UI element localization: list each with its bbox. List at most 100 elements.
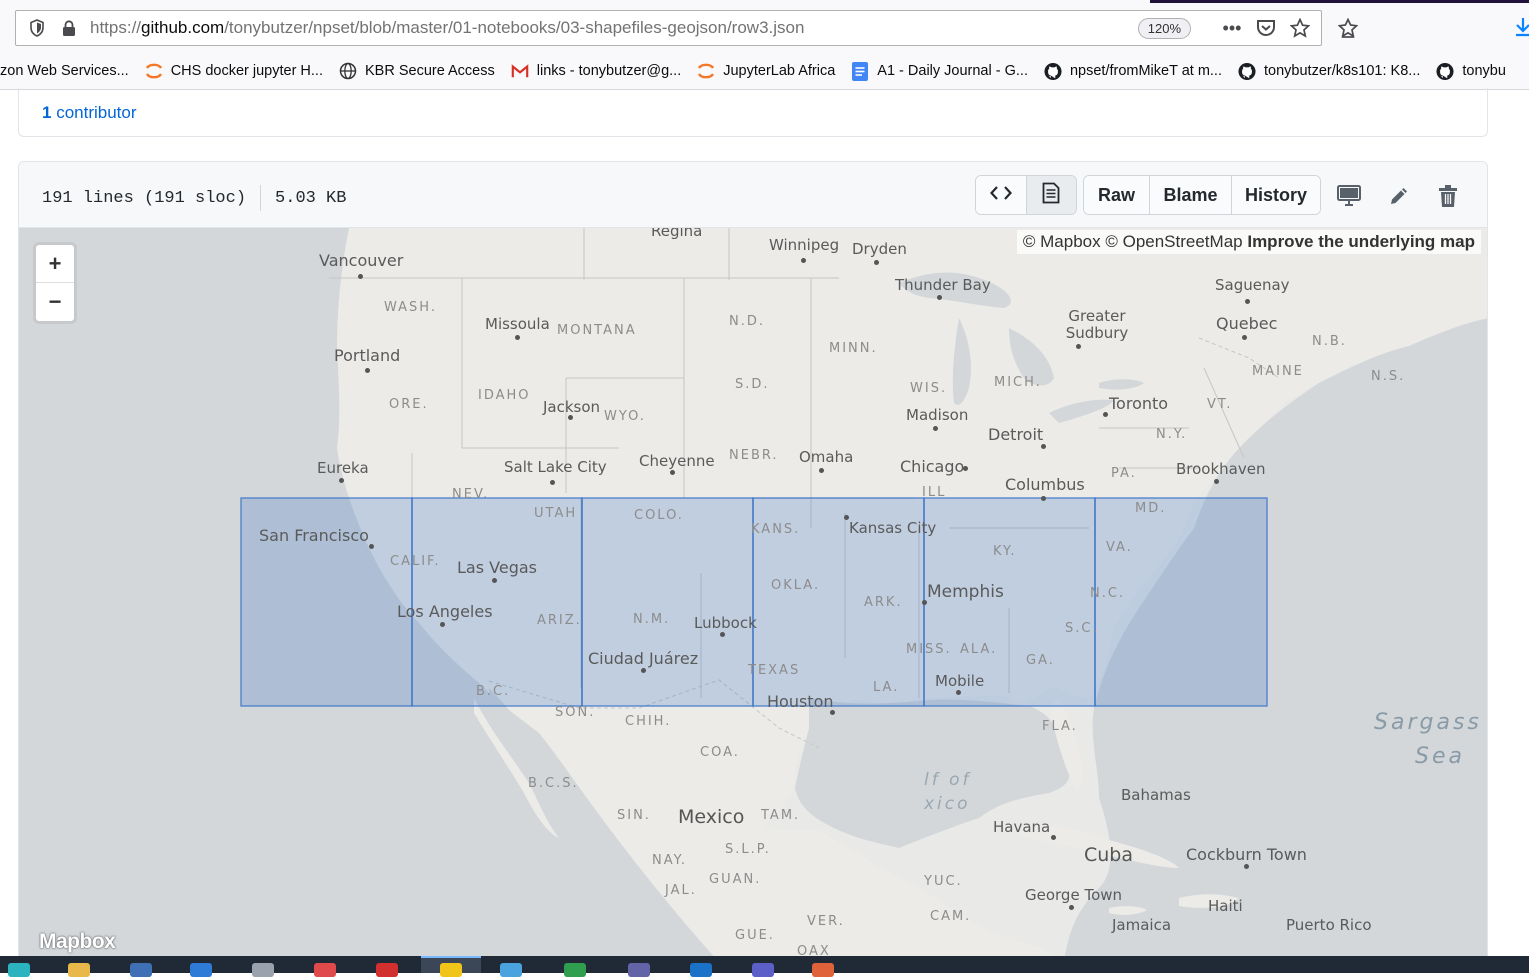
- map-label: Madison: [906, 406, 969, 424]
- city-dot: [369, 544, 374, 549]
- map-label: MICH.: [994, 375, 1042, 390]
- code-icon: [989, 185, 1012, 206]
- map-label: GUE.: [735, 928, 775, 943]
- map-label: VA.: [1106, 540, 1133, 555]
- map-label: GA.: [1026, 653, 1055, 668]
- city-dot: [358, 274, 363, 279]
- map-label: N.S.: [1371, 369, 1406, 384]
- mapbox-logo[interactable]: Mapbox: [39, 930, 116, 954]
- contributors-box: 1 contributor: [18, 88, 1488, 137]
- taskbar-app-icon[interactable]: [130, 963, 152, 977]
- file-box: 191 lines (191 sloc) 5.03 KB Raw Blame H…: [18, 161, 1488, 961]
- bookmark-npset[interactable]: npset/fromMikeT at m...: [1044, 62, 1222, 80]
- city-dot: [515, 335, 520, 340]
- shield-icon[interactable]: [26, 17, 48, 39]
- taskbar-app-icon[interactable]: [500, 963, 522, 977]
- address-bar[interactable]: https://github.com/tonybutzer/npset/blob…: [15, 10, 1322, 46]
- github-icon: [1238, 62, 1256, 80]
- bookmark-chs-docker[interactable]: CHS docker jupyter H...: [145, 62, 323, 80]
- map-label: UTAH: [534, 506, 578, 521]
- desktop-icon[interactable]: [1335, 182, 1363, 210]
- map-label: Portland: [334, 346, 401, 365]
- taskbar-app-icon[interactable]: [252, 963, 274, 977]
- map-label: S.L.P.: [725, 842, 771, 857]
- map-label: Saguenay: [1215, 276, 1290, 294]
- taskbar-folder-icon[interactable]: [68, 963, 90, 977]
- taskbar-app-icon[interactable]: [190, 963, 212, 977]
- map-label: Toronto: [1109, 394, 1169, 413]
- map-label: San Francisco: [259, 526, 369, 545]
- bookmark-aws[interactable]: zon Web Services...: [0, 63, 129, 79]
- zoom-in-button[interactable]: +: [36, 245, 74, 283]
- map-label: MD.: [1135, 501, 1167, 516]
- map-label: SON.: [555, 705, 596, 720]
- taskbar-app-icon[interactable]: [440, 963, 462, 977]
- url-prefix: https://: [90, 18, 142, 37]
- taskbar-app-icon[interactable]: [376, 963, 398, 977]
- jupyter-icon: [145, 62, 163, 80]
- map-label: N.Y.: [1156, 427, 1188, 442]
- zoom-out-button[interactable]: −: [36, 283, 74, 321]
- bookmark-kbr[interactable]: KBR Secure Access: [339, 62, 495, 80]
- map-zoom-control: + −: [35, 244, 75, 322]
- url-text[interactable]: https://github.com/tonybutzer/npset/blob…: [90, 18, 1138, 38]
- city-dot: [440, 622, 445, 627]
- map-label: CALIF.: [390, 554, 441, 569]
- jupyter-icon: [697, 62, 715, 80]
- trash-icon[interactable]: [1434, 182, 1462, 210]
- map-label: N.B.: [1312, 334, 1347, 349]
- map-label: Memphis: [927, 582, 1004, 602]
- raw-button[interactable]: Raw: [1084, 176, 1150, 214]
- map-label: Quebec: [1216, 314, 1278, 333]
- browser-chrome: https://github.com/tonybutzer/npset/blob…: [0, 0, 1529, 90]
- taskbar-app-icon[interactable]: [628, 963, 650, 977]
- pocket-icon[interactable]: [1253, 15, 1279, 41]
- file-size: 5.03 KB: [275, 188, 347, 208]
- improve-map-link[interactable]: Improve the underlying map: [1247, 232, 1475, 251]
- city-dot: [720, 632, 725, 637]
- bookmark-star-icon[interactable]: [1287, 15, 1313, 41]
- geojson-map[interactable]: Regina Winnipeg Dryden Vancouver Thunder…: [19, 228, 1487, 960]
- display-rendered-button[interactable]: [1026, 176, 1076, 214]
- map-label: Eureka: [317, 459, 369, 477]
- map-label: Mexico: [678, 806, 745, 828]
- zoom-level-badge[interactable]: 120%: [1137, 17, 1191, 39]
- taskbar-app-icon[interactable]: [564, 963, 586, 977]
- city-dot: [1103, 412, 1108, 417]
- contributors-link[interactable]: 1 contributor: [42, 103, 137, 123]
- display-source-button[interactable]: [976, 176, 1027, 214]
- bookmark-label: KBR Secure Access: [365, 63, 495, 79]
- taskbar-app-icon[interactable]: [8, 963, 30, 977]
- history-button[interactable]: History: [1232, 176, 1320, 214]
- bookmark-tonybutzer[interactable]: tonybu: [1436, 62, 1506, 80]
- map-label: ARIZ.: [537, 613, 582, 628]
- taskbar-app-icon[interactable]: [752, 963, 774, 977]
- bookmark-jupyterlab-africa[interactable]: JupyterLab Africa: [697, 62, 835, 80]
- bookmark-daily-journal[interactable]: A1 - Daily Journal - G...: [851, 61, 1028, 81]
- map-label: TAM.: [761, 808, 801, 823]
- extension-icon[interactable]: [1335, 15, 1361, 41]
- map-label: Brookhaven: [1176, 460, 1266, 478]
- map-label: GUAN.: [709, 872, 762, 887]
- view-toggle-group: [975, 175, 1077, 215]
- map-label: S.D.: [735, 377, 770, 392]
- map-attribution: © Mapbox © OpenStreetMap Improve the und…: [1016, 230, 1481, 254]
- file-icon: [1042, 182, 1060, 209]
- bookmark-gmail[interactable]: links - tonybutzer@g...: [511, 62, 681, 80]
- lock-icon[interactable]: [58, 17, 80, 39]
- tile-polygon: [1094, 497, 1268, 707]
- blame-button[interactable]: Blame: [1150, 176, 1232, 214]
- taskbar-app-icon[interactable]: [314, 963, 336, 977]
- taskbar-app-icon[interactable]: [690, 963, 712, 977]
- city-dot: [844, 515, 849, 520]
- page-actions-icon[interactable]: •••: [1219, 15, 1245, 41]
- map-label: Vancouver: [319, 251, 404, 270]
- download-arrow-icon[interactable]: [1513, 16, 1529, 40]
- map-label: MINN.: [829, 341, 878, 356]
- map-label: Las Vegas: [457, 558, 537, 577]
- bookmark-k8s101[interactable]: tonybutzer/k8s101: K8...: [1238, 62, 1420, 80]
- city-dot: [1041, 496, 1046, 501]
- pencil-icon[interactable]: [1385, 182, 1413, 210]
- map-label: B.C.S.: [528, 776, 579, 791]
- taskbar-app-icon[interactable]: [812, 963, 834, 977]
